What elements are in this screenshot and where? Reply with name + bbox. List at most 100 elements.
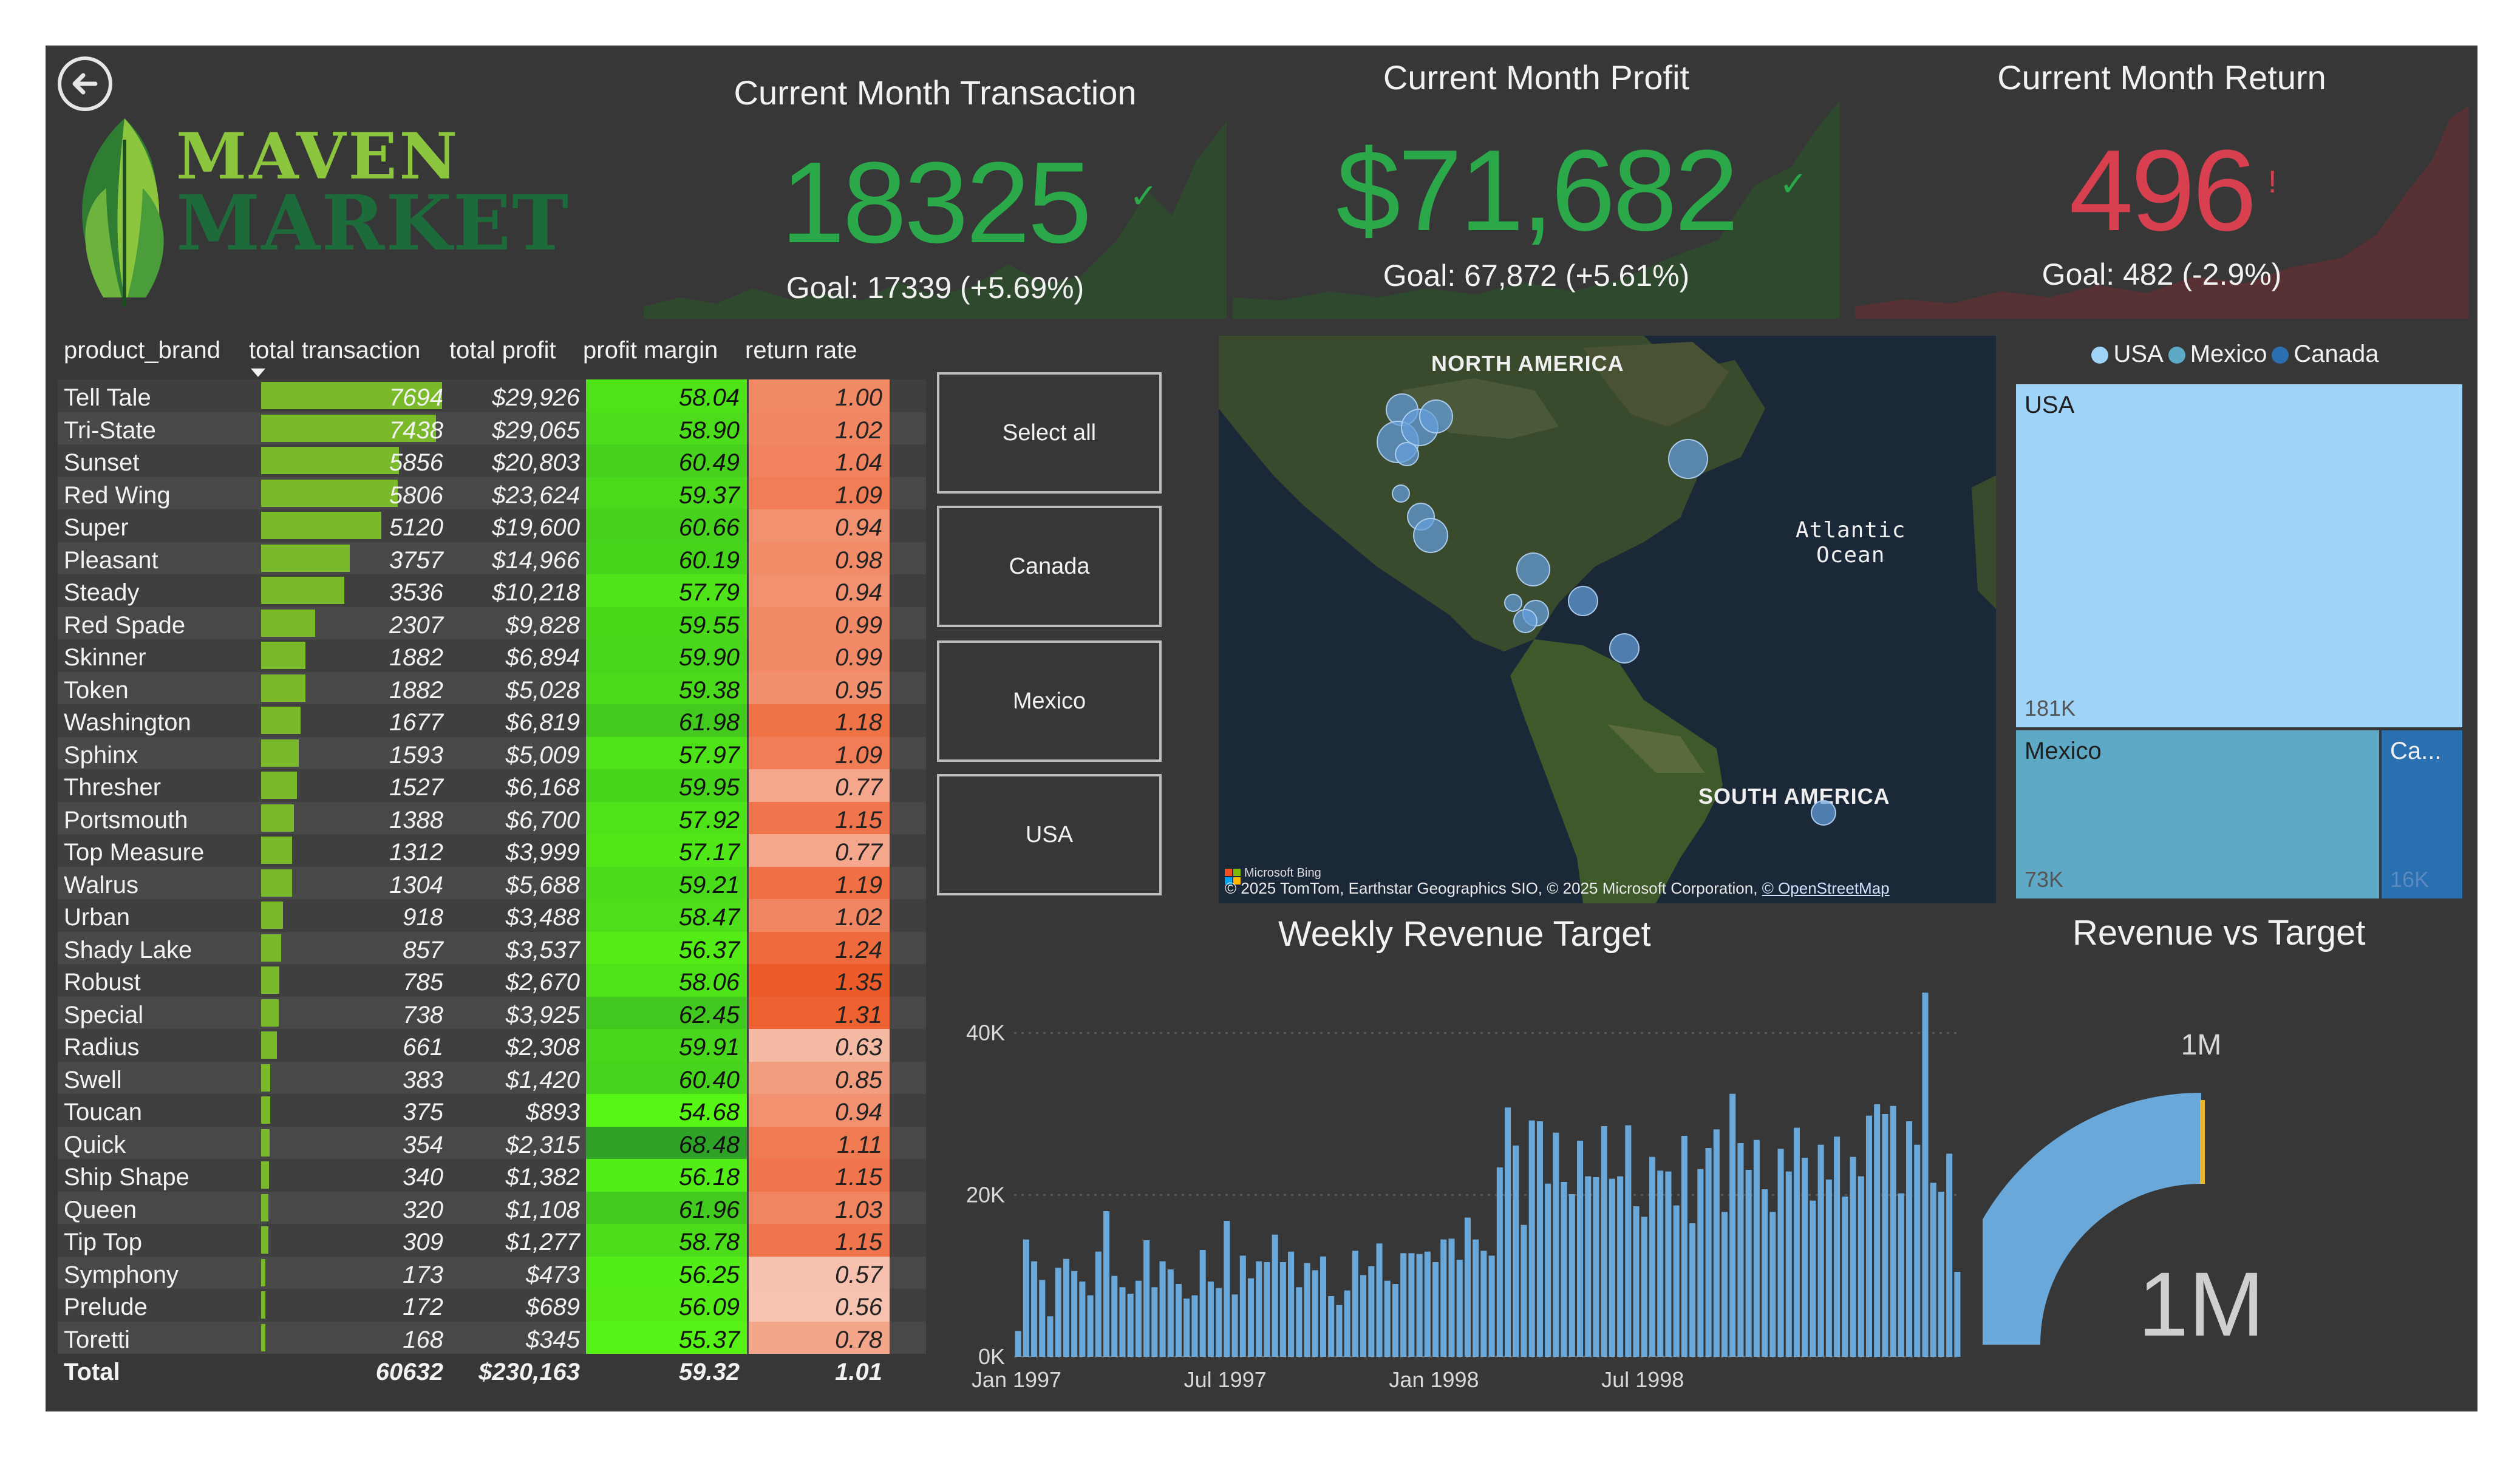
weekly-revenue-chart[interactable]: 40K 20K 0K Jan 1997 Jul 1997 Jan 1998 Jul 199… [932, 902, 1964, 1411]
weekly-revenue-bar[interactable] [1167, 1269, 1174, 1357]
col-header-profit[interactable]: total profit [449, 337, 556, 364]
weekly-revenue-bar[interactable] [1408, 1253, 1415, 1357]
weekly-revenue-bar[interactable] [1015, 1331, 1021, 1357]
weekly-revenue-bar[interactable] [1440, 1239, 1447, 1357]
weekly-revenue-bar[interactable] [1681, 1136, 1687, 1357]
weekly-revenue-bar[interactable] [1023, 1239, 1029, 1357]
weekly-revenue-bar[interactable] [1376, 1243, 1383, 1357]
weekly-revenue-bar[interactable] [1601, 1126, 1607, 1357]
weekly-revenue-bar[interactable] [1416, 1254, 1423, 1357]
weekly-revenue-bar[interactable] [1216, 1288, 1222, 1357]
weekly-revenue-bar[interactable] [1392, 1284, 1398, 1357]
store-bubble[interactable] [1419, 399, 1453, 433]
weekly-revenue-bar[interactable] [1336, 1305, 1343, 1357]
weekly-revenue-bar[interactable] [1079, 1282, 1086, 1357]
table-row[interactable]: Quick 354 $2,315 68.48 1.11 [58, 1126, 926, 1159]
weekly-revenue-bar[interactable] [1087, 1295, 1094, 1357]
weekly-revenue-bar[interactable] [1328, 1296, 1335, 1357]
weekly-revenue-bar[interactable] [1753, 1139, 1760, 1357]
weekly-revenue-bar[interactable] [1039, 1280, 1046, 1357]
weekly-revenue-bar[interactable] [1802, 1158, 1808, 1357]
col-header-return-rate[interactable]: return rate [745, 337, 857, 364]
table-row[interactable]: Token 1882 $5,028 59.38 0.95 [58, 671, 926, 704]
weekly-revenue-bar[interactable] [1424, 1251, 1431, 1357]
weekly-revenue-bar[interactable] [1119, 1287, 1126, 1357]
weekly-revenue-bar[interactable] [1906, 1121, 1913, 1357]
weekly-revenue-bar[interactable] [1095, 1251, 1102, 1357]
table-row[interactable]: Toucan 375 $893 54.68 0.94 [58, 1094, 926, 1127]
weekly-revenue-bar[interactable] [1777, 1149, 1784, 1357]
weekly-revenue-bar[interactable] [1183, 1299, 1190, 1357]
weekly-revenue-bar[interactable] [1143, 1240, 1150, 1357]
store-bubble[interactable] [1395, 442, 1419, 466]
table-row[interactable]: Walrus 1304 $5,688 59.21 1.19 [58, 866, 926, 899]
table-row[interactable]: Sphinx 1593 $5,009 57.97 1.09 [58, 736, 926, 769]
weekly-revenue-bar[interactable] [1384, 1280, 1391, 1357]
treemap-cell-mexico[interactable]: Mexico 73K [2016, 730, 2379, 898]
weekly-revenue-bar[interactable] [1103, 1211, 1110, 1357]
weekly-revenue-bar[interactable] [1135, 1280, 1142, 1357]
weekly-revenue-bar[interactable] [1769, 1212, 1776, 1357]
table-row[interactable]: Robust 785 $2,670 58.06 1.35 [58, 964, 926, 997]
weekly-revenue-bar[interactable] [1850, 1156, 1856, 1357]
table-row[interactable]: Tip Top 309 $1,277 58.78 1.15 [58, 1224, 926, 1257]
slicer-option-usa[interactable]: USA [937, 774, 1162, 895]
weekly-revenue-bar[interactable] [1480, 1251, 1487, 1357]
weekly-revenue-bar[interactable] [1938, 1192, 1944, 1357]
store-map[interactable]: NORTH AMERICA Atlantic Ocean SOUTH AMERI… [1219, 336, 1996, 903]
weekly-revenue-bar[interactable] [1553, 1132, 1559, 1357]
weekly-revenue-bar[interactable] [1697, 1169, 1704, 1357]
weekly-revenue-bar[interactable] [1400, 1253, 1407, 1357]
weekly-revenue-bar[interactable] [1505, 1107, 1511, 1357]
table-row[interactable]: Sunset 5856 $20,803 60.49 1.04 [58, 444, 926, 477]
weekly-revenue-bar[interactable] [1954, 1272, 1961, 1357]
weekly-revenue-bar[interactable] [1488, 1255, 1495, 1357]
store-bubble[interactable] [1811, 800, 1836, 826]
weekly-revenue-bar[interactable] [1199, 1250, 1206, 1357]
weekly-revenue-bar[interactable] [1159, 1261, 1166, 1357]
weekly-revenue-bar[interactable] [1247, 1278, 1255, 1357]
weekly-revenue-bar[interactable] [1561, 1182, 1567, 1357]
weekly-revenue-bar[interactable] [1473, 1239, 1479, 1357]
weekly-revenue-bar[interactable] [1545, 1183, 1551, 1357]
weekly-revenue-bar[interactable] [1304, 1263, 1310, 1357]
weekly-revenue-bar[interactable] [1272, 1234, 1278, 1357]
store-bubble[interactable] [1668, 439, 1708, 479]
table-row[interactable]: Skinner 1882 $6,894 59.90 0.99 [58, 639, 926, 672]
col-header-margin[interactable]: profit margin [583, 337, 718, 364]
weekly-revenue-bar[interactable] [1224, 1221, 1230, 1357]
weekly-revenue-bar[interactable] [1047, 1316, 1054, 1357]
weekly-revenue-bar[interactable] [1256, 1261, 1262, 1357]
weekly-revenue-bar[interactable] [1585, 1176, 1592, 1357]
table-row[interactable]: Prelude 172 $689 56.09 0.56 [58, 1289, 926, 1322]
weekly-revenue-bar[interactable] [1914, 1144, 1921, 1357]
weekly-revenue-bar[interactable] [1207, 1282, 1214, 1357]
slicer-option-canada[interactable]: Canada [937, 506, 1162, 627]
weekly-revenue-bar[interactable] [1865, 1115, 1872, 1357]
table-row[interactable]: Special 738 $3,925 62.45 1.31 [58, 996, 926, 1029]
weekly-revenue-bar[interactable] [1368, 1266, 1375, 1357]
weekly-revenue-bar[interactable] [1063, 1258, 1069, 1357]
weekly-revenue-bar[interactable] [1264, 1262, 1270, 1357]
weekly-revenue-bar[interactable] [1239, 1255, 1246, 1357]
table-row[interactable]: Red Spade 2307 $9,828 59.55 0.99 [58, 606, 926, 639]
table-row[interactable]: Urban 918 $3,488 58.47 1.02 [58, 899, 926, 932]
store-bubble[interactable] [1504, 594, 1522, 612]
legend-item-canada[interactable]: Canada [2272, 341, 2379, 367]
store-bubble[interactable] [1392, 484, 1410, 503]
weekly-revenue-bar[interactable] [1858, 1176, 1864, 1357]
table-row[interactable]: Steady 3536 $10,218 57.79 0.94 [58, 574, 926, 607]
weekly-revenue-bar[interactable] [1633, 1206, 1640, 1357]
legend-item-usa[interactable]: USA [2091, 341, 2164, 367]
weekly-revenue-bar[interactable] [1625, 1125, 1632, 1357]
weekly-revenue-bar[interactable] [1031, 1261, 1038, 1357]
weekly-revenue-bar[interactable] [1842, 1197, 1848, 1357]
weekly-revenue-bar[interactable] [1890, 1105, 1896, 1357]
table-row[interactable]: Symphony 173 $473 56.25 0.57 [58, 1256, 926, 1289]
weekly-revenue-bar[interactable] [1930, 1183, 1936, 1357]
col-header-brand[interactable]: product_brand [64, 337, 220, 364]
slicer-option-mexico[interactable]: Mexico [937, 640, 1162, 762]
table-row[interactable]: Tell Tale 7694 $29,926 58.04 1.00 [58, 379, 926, 412]
treemap-cell-usa[interactable]: USA 181K [2016, 384, 2462, 727]
weekly-revenue-bar[interactable] [1737, 1143, 1744, 1357]
